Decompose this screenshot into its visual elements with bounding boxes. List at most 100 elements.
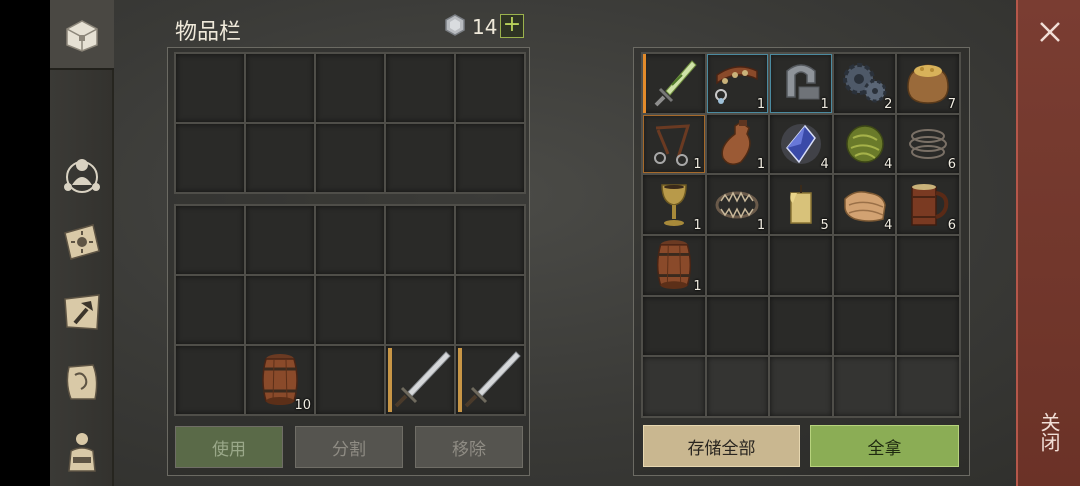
inventory-slot[interactable]: [386, 206, 454, 274]
item-count: 10: [294, 398, 311, 413]
container-slot-shackle[interactable]: 1: [770, 54, 832, 113]
container-slot[interactable]: [706, 357, 769, 416]
container-slot-barrel[interactable]: 1: [643, 236, 705, 295]
container-slot-tankard[interactable]: 6: [897, 175, 959, 234]
inventory-slot[interactable]: [316, 54, 384, 122]
inventory-slot[interactable]: [386, 276, 454, 344]
close-label[interactable]: 关闭: [1037, 412, 1064, 452]
sidebar: [50, 0, 114, 486]
container-slot[interactable]: [833, 236, 896, 295]
container-slot[interactable]: [770, 357, 832, 416]
container-slot-dagger[interactable]: [643, 54, 705, 113]
item-count: 4: [820, 157, 829, 173]
inventory-grid-top: [174, 52, 526, 194]
container-slot-moss-ball[interactable]: 4: [833, 114, 896, 174]
container-slot[interactable]: [643, 296, 705, 356]
container-slot-harness[interactable]: 1: [643, 114, 705, 174]
split-button[interactable]: 分割: [295, 426, 403, 468]
item-count: 2: [884, 96, 893, 112]
container-slot[interactable]: [643, 357, 705, 416]
container-slot[interactable]: [770, 296, 832, 356]
container-slot-crystal[interactable]: 4: [770, 114, 832, 174]
tab-journal[interactable]: [54, 214, 110, 270]
close-icon[interactable]: [1034, 16, 1066, 48]
inventory-slot[interactable]: [316, 206, 384, 274]
tab-clan[interactable]: [54, 424, 110, 480]
inventory-title: 物品栏: [175, 20, 242, 45]
inventory-slot[interactable]: [176, 346, 244, 414]
container-slot-gear[interactable]: 2: [833, 54, 896, 113]
container-slot-rope[interactable]: 6: [897, 114, 959, 174]
container-slot[interactable]: [833, 296, 896, 356]
container-slot-collar[interactable]: 1: [706, 54, 769, 113]
inventory-slot[interactable]: [456, 206, 524, 274]
screen-edge: [0, 0, 50, 486]
inventory-slot-sword[interactable]: [456, 346, 524, 414]
use-button[interactable]: 使用: [175, 426, 283, 468]
take-all-button[interactable]: 全拿: [810, 425, 959, 467]
goblet-icon: [661, 183, 687, 226]
container-slot[interactable]: [706, 236, 769, 295]
inventory-grid-bottom: 10: [174, 204, 526, 416]
leather-bottle-icon: [721, 119, 752, 165]
container-grid: 1 1 2 7 1 1 4 4 6 1 1 5 4 6 1: [641, 52, 961, 418]
add-coins-button[interactable]: +: [500, 14, 524, 38]
book-sun-icon: [64, 224, 100, 260]
inventory-slot[interactable]: [456, 276, 524, 344]
inventory-slot-barrel[interactable]: 10: [246, 346, 314, 414]
item-count: 1: [693, 157, 702, 173]
inventory-slot[interactable]: [246, 206, 314, 274]
inventory-slot[interactable]: [316, 276, 384, 344]
container-slot[interactable]: [897, 236, 959, 295]
cloth-icon: [843, 190, 886, 222]
item-count: 4: [884, 218, 893, 233]
item-count: 1: [756, 218, 766, 233]
container-slot-cloth[interactable]: 4: [833, 175, 896, 234]
inventory-slot-sword[interactable]: [386, 346, 454, 414]
container-slot-leather-bottle[interactable]: 1: [706, 114, 769, 174]
container-slot[interactable]: [897, 296, 959, 356]
inventory-slot[interactable]: [176, 276, 244, 344]
item-count: 1: [756, 157, 766, 173]
container-slot[interactable]: [897, 357, 959, 416]
inventory-slot[interactable]: [246, 124, 314, 192]
remove-button[interactable]: 移除: [415, 426, 523, 468]
tab-character[interactable]: [54, 146, 110, 202]
bear-trap-icon: [715, 190, 759, 219]
item-count: 4: [884, 157, 893, 173]
tankard-icon: [911, 183, 949, 226]
item-count: 6: [947, 218, 956, 233]
tab-map[interactable]: [54, 354, 110, 410]
candle-icon: [790, 184, 812, 224]
inventory-slot[interactable]: [316, 124, 384, 192]
coin-icon: [445, 14, 465, 36]
inventory-slot[interactable]: [386, 54, 454, 122]
container-slot[interactable]: [833, 357, 896, 416]
item-count: 1: [693, 278, 702, 294]
rope-icon: [909, 128, 948, 159]
container-slot[interactable]: [706, 296, 769, 356]
item-count: 1: [820, 96, 829, 112]
container-slot-bear-trap[interactable]: 1: [706, 175, 769, 234]
inventory-slot[interactable]: [316, 346, 384, 414]
inventory-slot[interactable]: [176, 124, 244, 192]
container-slot-candle[interactable]: 5: [770, 175, 832, 234]
inventory-slot[interactable]: [456, 54, 524, 122]
warrior-icon: [68, 433, 96, 472]
store-all-button[interactable]: 存储全部: [643, 425, 800, 467]
container-slot-grain-sack[interactable]: 7: [897, 54, 959, 113]
tab-inventory[interactable]: [50, 0, 114, 70]
scroll-icon: [66, 364, 98, 400]
container-slot[interactable]: [770, 236, 832, 295]
inventory-slot[interactable]: [246, 54, 314, 122]
inventory-slot[interactable]: [176, 54, 244, 122]
inventory-slot[interactable]: [246, 276, 314, 344]
inventory-slot[interactable]: [456, 124, 524, 192]
barrel-icon: [656, 240, 691, 290]
container-slot-goblet[interactable]: 1: [643, 175, 705, 234]
tab-crafting[interactable]: [54, 284, 110, 340]
inventory-slot[interactable]: [176, 206, 244, 274]
inventory-slot[interactable]: [386, 124, 454, 192]
close-bar[interactable]: 关闭: [1016, 0, 1080, 486]
hammer-icon: [64, 294, 100, 330]
